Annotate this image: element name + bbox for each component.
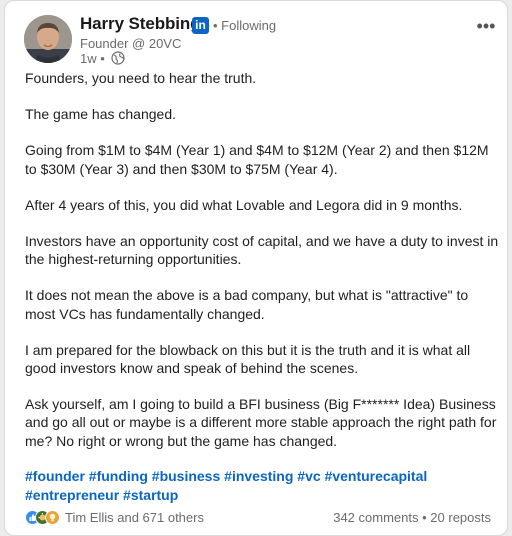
more-horizontal-icon: ••• xyxy=(476,16,496,36)
reaction-icons[interactable] xyxy=(25,510,61,526)
counts-separator: • xyxy=(422,510,427,525)
post-time-label: 1w xyxy=(80,51,97,66)
hashtag-link[interactable]: #entrepreneur xyxy=(25,487,119,503)
hashtag-link[interactable]: #business xyxy=(152,468,220,484)
post-paragraph: Investors have an opportunity cost of ca… xyxy=(25,233,499,268)
linkedin-premium-badge: in xyxy=(192,17,209,34)
author-avatar[interactable] xyxy=(24,15,72,63)
post-paragraph: Going from $1M to $4M (Year 1) and $4M t… xyxy=(25,142,489,177)
insightful-icon xyxy=(45,510,60,525)
post-paragraph: Founders, you need to hear the truth. xyxy=(25,70,257,86)
post-paragraph: Ask yourself, am I going to build a BFI … xyxy=(25,396,497,449)
post-body: Founders, you need to hear the truth. Th… xyxy=(25,69,501,468)
reposts-count[interactable]: 20 reposts xyxy=(430,510,491,525)
hashtag-link[interactable]: #investing xyxy=(224,468,293,484)
post-card: Harry Stebbings in • Following Founder @… xyxy=(4,0,508,536)
comments-count[interactable]: 342 comments xyxy=(333,510,418,525)
hashtag-link[interactable]: #venturecapital xyxy=(325,468,428,484)
author-headline: Founder @ 20VC xyxy=(80,36,182,51)
reactions-summary[interactable]: Tim Ellis and 671 others xyxy=(65,510,204,525)
hashtag-link[interactable]: #funding xyxy=(89,468,148,484)
follow-status-label: Following xyxy=(221,18,277,33)
post-paragraph: After 4 years of this, you did what Lova… xyxy=(25,196,463,213)
follow-status: • Following xyxy=(213,18,277,33)
more-options-button[interactable]: ••• xyxy=(475,15,497,37)
hashtag-list: #founder #funding #business #investing #… xyxy=(25,467,501,505)
post-paragraph: The game has changed. xyxy=(25,106,176,123)
post-timestamp: 1w • xyxy=(80,51,105,66)
post-paragraph: It does not mean the above is a bad comp… xyxy=(25,287,469,322)
engagement-counts: 342 comments • 20 reposts xyxy=(333,510,491,525)
hashtag-link[interactable]: #vc xyxy=(297,468,320,484)
globe-icon xyxy=(111,51,125,65)
hashtag-link[interactable]: #founder xyxy=(25,468,85,484)
author-name[interactable]: Harry Stebbings xyxy=(80,14,210,34)
hashtag-link[interactable]: #startup xyxy=(123,487,178,503)
post-paragraph: I am prepared for the blowback on this b… xyxy=(25,341,471,377)
